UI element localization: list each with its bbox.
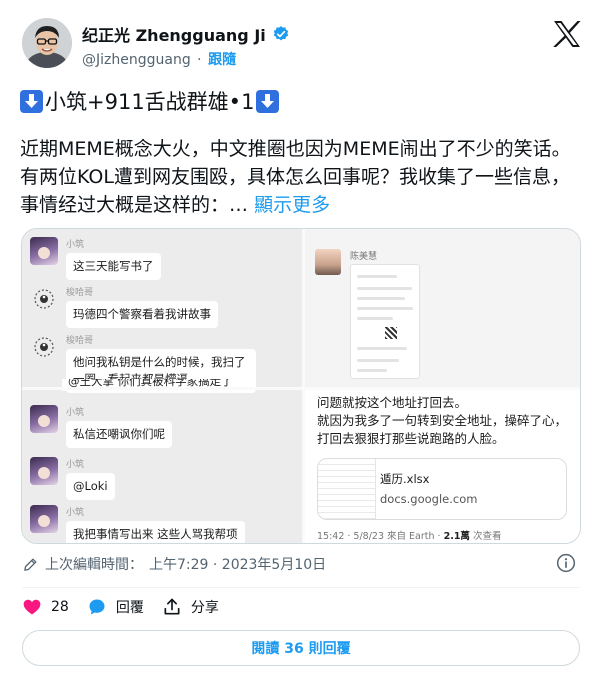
chat-bubble: @Loki [66,473,115,500]
chat-sender: 梭哈哥 [66,336,94,346]
author-avatar[interactable] [22,18,72,68]
chat-avatar [30,505,58,533]
chat-message: 梭哈哥 玛德四个警察看着我讲故事 [30,285,218,328]
tweet-title-text: 小筑+911舌战群雄•1 [45,90,255,114]
tweet-media[interactable]: 小筑 这三天能写书了 梭哈哥 玛德四个警察看着我讲故事 梭哈哥 他问我私钥是什么… [21,228,581,544]
chat-sender: 小筑 [66,508,85,518]
edit-pencil-icon [24,558,37,571]
edit-prefix[interactable]: 上次編輯時間： [45,554,143,574]
tweet-body: 近期MEME概念大火，中文推圈也因为MEME闹出了不少的笑话。有两位KOL遭到网… [20,135,580,219]
doc-name: 陈美慧 [350,252,378,262]
chat-message: 小筑 我把事情写出来 这些人骂我帮项 [30,505,245,543]
tweet-card: 纪正光 Zhengguang Ji @Jizhengguang · 跟隨 小筑+… [0,0,600,680]
follow-button[interactable]: 跟隨 [208,52,236,68]
embedded-tweet-meta: 15:42 · 5/8/23 來自 Earth · 2.1萬 次查看 [317,531,502,542]
file-link-card: 遁历.xlsx docs.google.com [317,458,567,520]
embedded-tweet-screenshot[interactable]: 问题就按这个地址打回去。 就因为我多了一句转到安全地址，操碎了心， 打回去狠狠打… [305,390,580,543]
author-name-line[interactable]: 纪正光 Zhengguang Ji [82,22,290,46]
chat-message: 小筑 这三天能写书了 [30,237,161,280]
chat-avatar [30,333,58,361]
reply-bubble-icon [89,599,105,615]
embedded-tweet-line: 就因为我多了一句转到安全地址，操碎了心， [317,413,568,428]
like-button[interactable]: 28 [22,597,69,617]
info-icon[interactable] [556,553,576,573]
divider [22,587,580,588]
doc-phone-screen [350,264,420,379]
chat-avatar [30,237,58,265]
tweet-title: 小筑+911舌战群雄•1 [20,86,280,116]
action-bar: 28 回覆 分享 [22,597,237,617]
chat-avatar [30,405,58,433]
chat-avatar [30,457,58,485]
chat-sender: 小筑 [66,408,85,418]
chat-bubble: 私信还嘲讽你们呢 [66,421,172,448]
reply-button[interactable]: 回覆 [87,597,144,617]
embedded-tweet-line: 问题就按这个地址打回去。 [317,395,468,410]
heart-icon [23,599,41,615]
show-more-link[interactable]: 顯示更多 [254,194,330,216]
chat-sender: 小筑 [66,460,85,470]
author-handle[interactable]: @Jizhengguang [82,52,191,68]
doc-avatar [315,249,341,275]
reply-label: 回覆 [115,600,144,616]
chat-avatar [30,285,58,313]
chat-message: 小筑 私信还嘲讽你们呢 [30,405,172,448]
author-display-name[interactable]: 纪正光 Zhengguang Ji [82,22,266,46]
embedded-tweet-line: 打回去狠狠打那些说跑路的人脸。 [317,431,505,446]
author-handle-line: @Jizhengguang · 跟隨 [82,49,236,69]
share-label: 分享 [190,600,219,616]
chat-sender: 小筑 [66,240,85,250]
verified-badge-icon [273,26,288,41]
like-count: 28 [51,599,69,615]
separator-dot: · [197,52,202,68]
spreadsheet-thumbnail [318,459,376,519]
share-button[interactable]: 分享 [162,597,219,617]
chat-sender: 梭哈哥 [66,288,94,298]
chat-bubble: 玛德四个警察看着我讲故事 [66,301,218,328]
chat-bubble: 我把事情写出来 这些人骂我帮项 [66,521,245,543]
tweet-time[interactable]: 上午7:29 · 2023年5月10日 [149,554,326,574]
down-arrow-emoji-icon [256,89,280,113]
share-icon [164,598,180,615]
document-screenshot[interactable]: 陈美慧 [305,229,580,387]
chat-message: 小筑 @Loki [30,457,115,500]
read-replies-button[interactable]: 閱讀 36 則回覆 [22,630,580,666]
file-name: 遁历.xlsx [380,472,430,486]
file-domain: docs.google.com [380,492,478,506]
x-logo-icon[interactable] [552,20,582,48]
edit-timestamp: 上次編輯時間： 上午7:29 · 2023年5月10日 [22,554,326,574]
down-arrow-emoji-icon [20,89,43,113]
chat-bubble: 这三天能写书了 [66,253,161,280]
